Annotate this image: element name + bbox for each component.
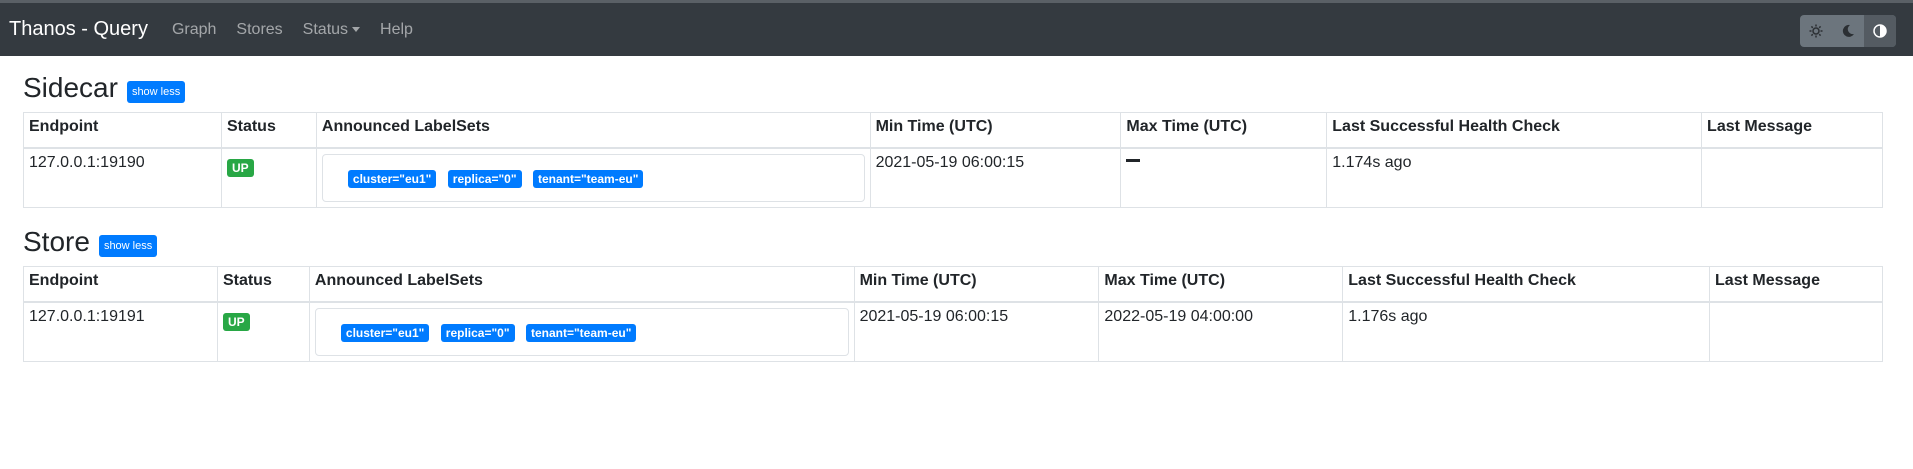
endpoint-cell: 127.0.0.1:19190 <box>23 147 222 208</box>
stores-table-store: Endpoint Status Announced LabelSets Min … <box>23 266 1883 362</box>
theme-toggle-group <box>1800 15 1896 47</box>
column-header: Endpoint <box>23 112 222 149</box>
min-time-cell: 2021-05-19 06:00:15 <box>869 147 1122 208</box>
last-message-cell <box>1709 301 1883 362</box>
nav-link-help[interactable]: Help <box>380 21 413 39</box>
contrast-icon <box>1873 24 1887 38</box>
section-title: Sidecar <box>23 72 118 103</box>
status-cell: UP <box>216 301 310 362</box>
last-check-cell: 1.174s ago <box>1326 147 1703 208</box>
theme-light-button[interactable] <box>1800 15 1832 47</box>
table-header-row: Endpoint Status Announced LabelSets Min … <box>23 112 1883 149</box>
brand-title[interactable]: Thanos - Query <box>9 18 148 41</box>
labelset-container: cluster="eu1" replica="0" tenant="team-e… <box>321 154 865 202</box>
empty-dash-icon <box>1126 159 1141 163</box>
column-header: Min Time (UTC) <box>853 266 1100 303</box>
section-title: Store <box>23 226 90 257</box>
last-message-cell <box>1701 147 1883 208</box>
nav-link-graph[interactable]: Graph <box>172 21 216 39</box>
label-badge: replica="0" <box>447 170 522 188</box>
column-header: Announced LabelSets <box>308 266 855 303</box>
column-header: Last Successful Health Check <box>1342 266 1711 303</box>
column-header: Last Successful Health Check <box>1326 112 1703 149</box>
column-header: Endpoint <box>23 266 218 303</box>
show-less-button[interactable]: show less <box>98 235 158 257</box>
moon-icon <box>1842 24 1854 37</box>
label-badge: cluster="eu1" <box>347 170 437 188</box>
show-less-button[interactable]: show less <box>126 81 186 103</box>
labelset-container: cluster="eu1" replica="0" tenant="team-e… <box>314 308 849 356</box>
caret-down-icon <box>352 27 361 32</box>
label-badge: tenant="team-eu" <box>532 170 644 188</box>
table-row: 127.0.0.1:19190 UP cluster="eu1" replica… <box>23 147 1883 208</box>
max-time-cell: 2022-05-19 04:00:00 <box>1098 301 1344 362</box>
column-header: Max Time (UTC) <box>1098 266 1344 303</box>
label-badge: replica="0" <box>440 324 515 342</box>
column-header: Last Message <box>1701 112 1883 149</box>
label-badge: tenant="team-eu" <box>525 324 637 342</box>
column-header: Announced LabelSets <box>315 112 871 149</box>
column-header: Last Message <box>1709 266 1883 303</box>
max-time-cell <box>1120 147 1328 208</box>
section-header-sidecar: Sidecar show less <box>23 70 1890 106</box>
status-cell: UP <box>220 147 317 208</box>
stores-table-sidecar: Endpoint Status Announced LabelSets Min … <box>23 112 1883 208</box>
status-badge: UP <box>222 313 250 331</box>
column-header: Status <box>220 112 317 149</box>
sun-icon <box>1809 24 1823 38</box>
theme-dark-button[interactable] <box>1832 15 1864 47</box>
min-time-cell: 2021-05-19 06:00:15 <box>853 301 1100 362</box>
status-badge: UP <box>226 159 254 177</box>
main-content: Sidecar show less Endpoint Status Announ… <box>0 56 1913 362</box>
endpoint-cell: 127.0.0.1:19191 <box>23 301 218 362</box>
table-header-row: Endpoint Status Announced LabelSets Min … <box>23 266 1883 303</box>
column-header: Min Time (UTC) <box>869 112 1122 149</box>
section-header-store: Store show less <box>23 224 1890 260</box>
top-navbar: Thanos - Query Graph Stores Status Help <box>0 0 1913 56</box>
nav-link-status-label: Status <box>302 20 349 38</box>
labelsets-cell: cluster="eu1" replica="0" tenant="team-e… <box>308 301 855 362</box>
label-badge: cluster="eu1" <box>340 324 430 342</box>
labelsets-cell: cluster="eu1" replica="0" tenant="team-e… <box>315 147 871 208</box>
nav-link-stores[interactable]: Stores <box>236 21 282 39</box>
column-header: Max Time (UTC) <box>1120 112 1328 149</box>
table-row: 127.0.0.1:19191 UP cluster="eu1" replica… <box>23 301 1883 362</box>
column-header: Status <box>216 266 310 303</box>
last-check-cell: 1.176s ago <box>1342 301 1711 362</box>
nav-dropdown-status[interactable]: Status <box>302 20 361 39</box>
theme-auto-button[interactable] <box>1864 15 1896 47</box>
